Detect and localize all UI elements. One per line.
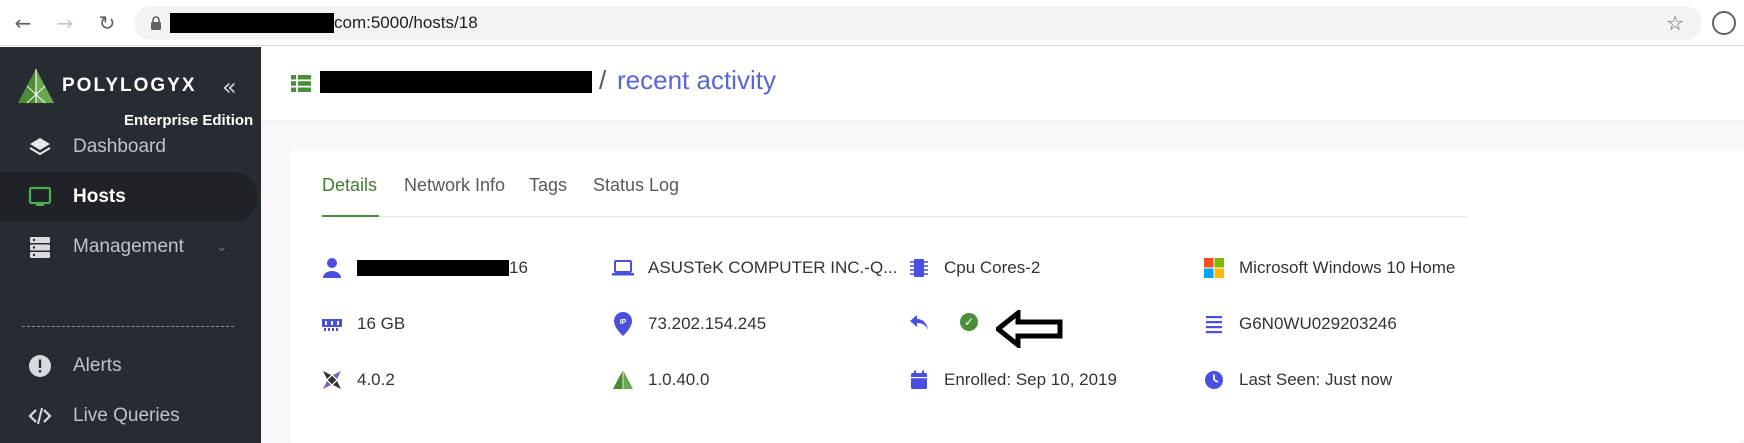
- sidebar: POLYLOGYX « Enterprise Edition Dashboard…: [0, 47, 261, 443]
- cpu-icon: [910, 259, 928, 277]
- hardware-model: ASUSTeK COMPUTER INC.-Q...: [648, 258, 898, 277]
- last-seen-field: Last Seen: Just now: [1203, 369, 1392, 391]
- osquery-version-field: 4.0.2: [321, 369, 395, 391]
- ip-address: 73.202.154.245: [648, 314, 767, 333]
- address-bar[interactable]: com:5000/hosts/18 ☆: [134, 6, 1702, 40]
- collapse-sidebar-icon[interactable]: «: [222, 73, 237, 101]
- enrolled-date: Enrolled: Sep 10, 2019: [944, 370, 1117, 389]
- extension-version: 1.0.40.0: [648, 370, 710, 389]
- serial-field: G6N0WU029203246: [1203, 313, 1397, 335]
- layers-icon: [29, 138, 51, 156]
- ip-field: IP 73.202.154.245: [612, 311, 766, 337]
- laptop-icon: [612, 260, 634, 276]
- sidebar-item-label: Management: [73, 236, 184, 257]
- sidebar-item-hosts[interactable]: Hosts: [0, 172, 258, 222]
- polylogyx-logo-icon: [18, 69, 54, 104]
- breadcrumb-separator: /: [599, 65, 607, 95]
- osquery-version: 4.0.2: [357, 370, 395, 389]
- tab-bar: Details Network Info Tags Status Log: [322, 175, 1467, 217]
- sidebar-item-label: Alerts: [73, 355, 122, 376]
- list-icon: [291, 75, 311, 92]
- page-header: / recent activity: [261, 47, 1744, 121]
- tab-label: Tags: [529, 175, 568, 195]
- bookmark-star-icon[interactable]: ☆: [1666, 11, 1684, 35]
- monitor-icon: [28, 186, 52, 206]
- reply-all-icon: [910, 315, 928, 330]
- memory-field: 16 GB: [321, 313, 405, 335]
- back-arrow-icon[interactable]: ←: [8, 8, 38, 38]
- sidebar-item-label: Dashboard: [73, 136, 166, 157]
- tab-details[interactable]: Details: [322, 175, 377, 196]
- sidebar-divider: [22, 326, 234, 327]
- url-redaction: [170, 13, 334, 33]
- tab-label: Network Info: [404, 175, 506, 195]
- calendar-icon: [911, 370, 927, 389]
- serial-number: G6N0WU029203246: [1239, 314, 1397, 333]
- sidebar-item-label: Live Queries: [73, 405, 180, 426]
- list-lines-icon: [1206, 316, 1222, 334]
- os-field: Microsoft Windows 10 Home: [1203, 257, 1455, 279]
- tab-label: Status Log: [593, 175, 680, 195]
- online-check-icon: ✓: [960, 313, 978, 331]
- polylogyx-small-logo-icon: [613, 370, 633, 389]
- hardware-field: ASUSTeK COMPUTER INC.-Q...: [612, 257, 897, 279]
- os-name: Microsoft Windows 10 Home: [1239, 258, 1456, 277]
- svg-text:IP: IP: [620, 319, 627, 326]
- lock-icon: [151, 16, 161, 30]
- windows-logo-icon: [1204, 258, 1224, 278]
- user-icon: [323, 258, 341, 278]
- url-text: com:5000/hosts/18: [334, 13, 478, 32]
- cpu-cores: Cpu Cores-2: [944, 258, 1041, 277]
- cpu-field: Cpu Cores-2: [908, 257, 1040, 279]
- osquery-logo-icon: [323, 371, 341, 389]
- enrolled-field: Enrolled: Sep 10, 2019: [908, 369, 1117, 391]
- clock-icon: [1205, 371, 1223, 389]
- server-icon: [30, 237, 50, 258]
- sidebar-item-alerts[interactable]: Alerts: [0, 341, 261, 391]
- annotation-arrow-icon: [996, 310, 1063, 348]
- tab-label: Details: [322, 175, 378, 195]
- tab-network-info[interactable]: Network Info: [404, 175, 505, 196]
- last-seen: Last Seen: Just now: [1239, 370, 1393, 389]
- memory-size: 16 GB: [357, 314, 406, 333]
- page-title[interactable]: recent activity: [617, 65, 776, 96]
- tab-status-log[interactable]: Status Log: [593, 175, 679, 196]
- sidebar-item-dashboard[interactable]: Dashboard: [0, 122, 261, 172]
- forward-arrow-icon[interactable]: →: [50, 8, 80, 38]
- host-name-redaction: [320, 71, 592, 93]
- memory-icon: [322, 319, 342, 331]
- alert-icon: [29, 355, 51, 377]
- user-suffix: 16: [509, 258, 528, 277]
- browser-toolbar: ← → ↻ com:5000/hosts/18 ☆: [0, 0, 1744, 46]
- brand-name: POLYLOGYX: [62, 75, 197, 96]
- user-field: 16: [321, 257, 528, 279]
- sidebar-item-live-queries[interactable]: Live Queries: [0, 391, 261, 441]
- active-tab-indicator: [322, 215, 379, 217]
- chevron-down-icon: ⌄: [216, 239, 228, 255]
- tab-tags[interactable]: Tags: [529, 175, 567, 196]
- profile-icon[interactable]: [1712, 11, 1736, 35]
- ip-pin-icon: IP: [614, 312, 632, 336]
- reload-icon[interactable]: ↻: [92, 8, 122, 38]
- extension-version-field: 1.0.40.0: [612, 369, 709, 391]
- sidebar-item-label: Hosts: [73, 186, 126, 207]
- status-field: ✓: [908, 311, 978, 333]
- username-redaction: [357, 260, 509, 276]
- code-icon: [28, 407, 52, 425]
- sidebar-item-management[interactable]: Management ⌄: [0, 222, 261, 272]
